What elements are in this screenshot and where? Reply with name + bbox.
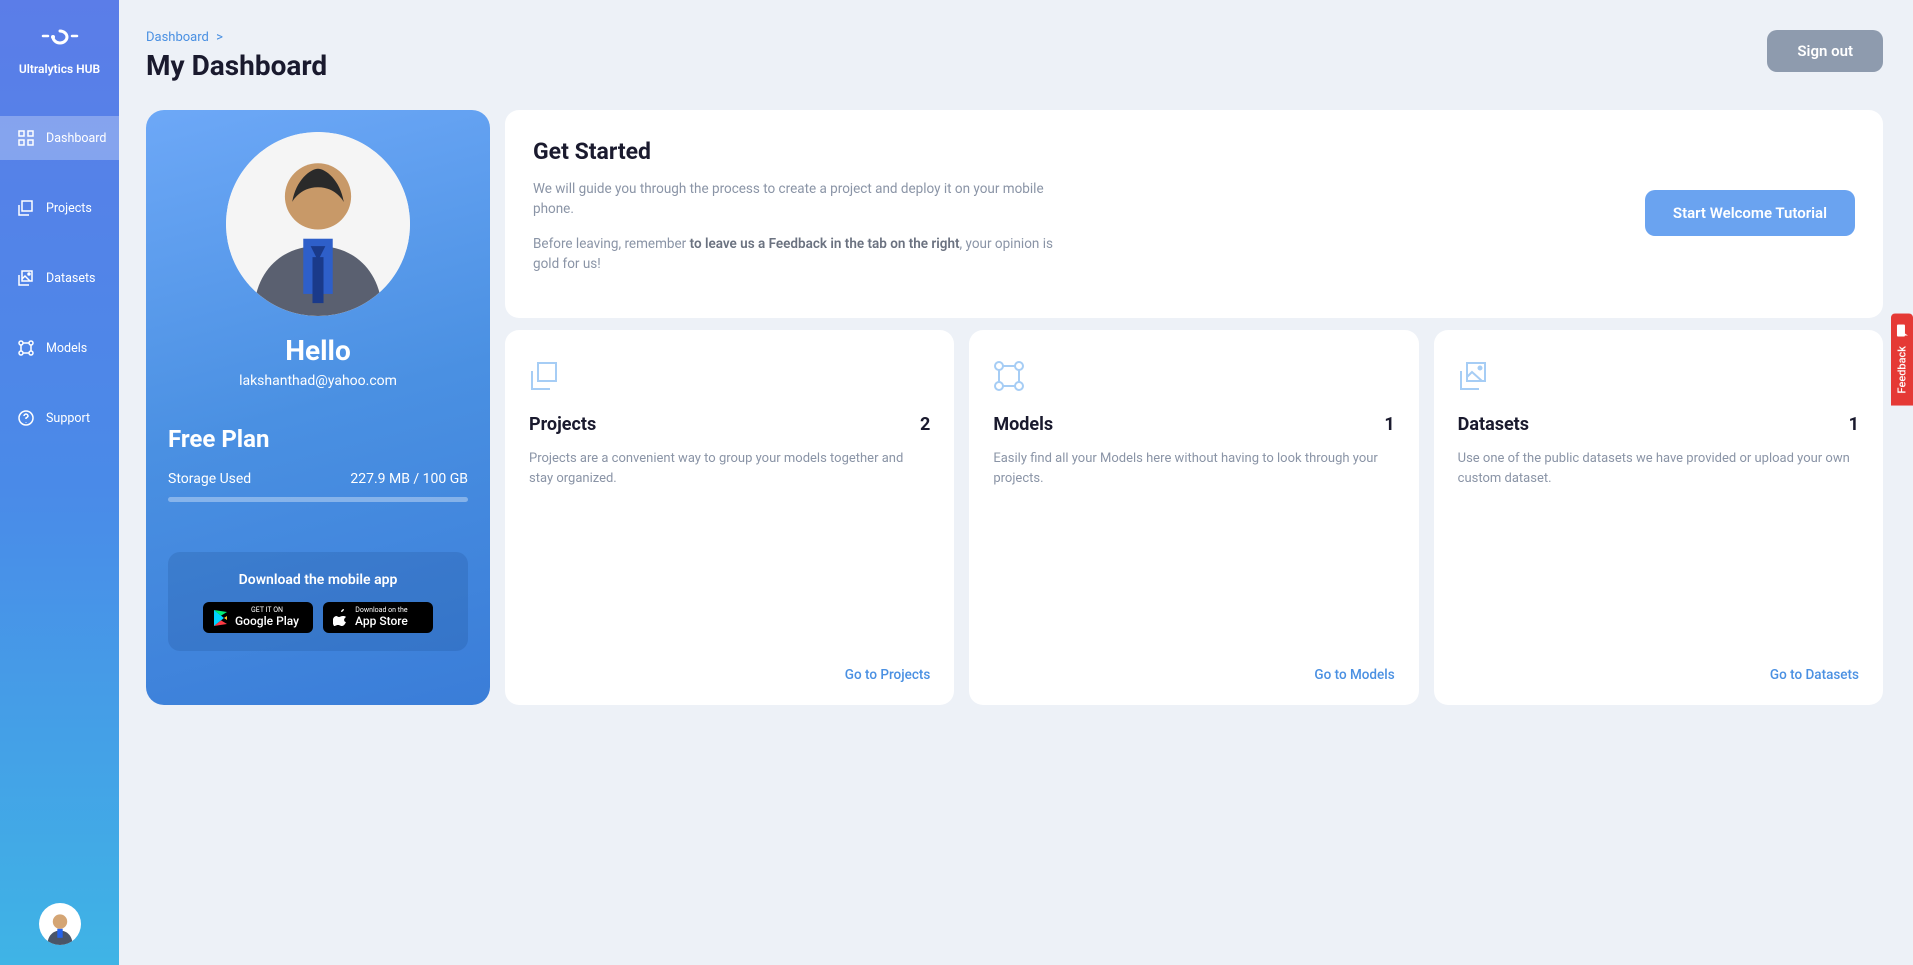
datasets-count: 1 [1849,414,1859,435]
breadcrumb[interactable]: Dashboard > [146,30,327,45]
google-play-icon [213,609,229,627]
page-title: My Dashboard [146,49,327,82]
signout-button[interactable]: Sign out [1767,30,1883,72]
get-started-text2: Before leaving, remember to leave us a F… [533,234,1073,275]
header: Dashboard > My Dashboard Sign out [146,30,1883,82]
feedback-tab[interactable]: Feedback [1891,314,1913,406]
start-tutorial-button[interactable]: Start Welcome Tutorial [1645,190,1855,236]
get-started-text1: We will guide you through the process to… [533,179,1073,220]
nav-datasets[interactable]: Datasets [0,256,119,300]
datasets-card: Datasets 1 Use one of the public dataset… [1434,330,1883,705]
logo-icon [39,28,81,50]
app-name: Ultralytics HUB [8,62,111,76]
datasets-desc: Use one of the public datasets we have p… [1458,449,1859,647]
projects-desc: Projects are a convenient way to group y… [529,449,930,647]
projects-count: 2 [920,414,930,435]
google-play-button[interactable]: GET IT ONGoogle Play [203,602,313,633]
nav-label: Projects [46,201,92,216]
projects-title: Projects [529,414,596,435]
datasets-title: Datasets [1458,414,1529,435]
download-title: Download the mobile app [180,572,456,588]
plan-name: Free Plan [168,425,468,453]
nav: Dashboard Projects Datasets Models Suppo… [0,116,119,903]
models-card: Models 1 Easily find all your Models her… [969,330,1418,705]
feedback-icon [1895,324,1909,338]
models-card-icon [993,360,1394,396]
download-section: Download the mobile app GET IT ONGoogle … [168,552,468,651]
go-to-models-link[interactable]: Go to Models [993,667,1394,683]
nav-support[interactable]: Support [0,396,119,440]
logo[interactable]: Ultralytics HUB [0,0,119,96]
apple-icon [333,609,349,627]
main-content: Dashboard > My Dashboard Sign out Hello … [119,0,1913,965]
projects-icon [18,200,34,216]
nav-label: Dashboard [46,131,106,146]
app-store-button[interactable]: Download on theApp Store [323,602,433,633]
storage-value: 227.9 MB / 100 GB [350,471,468,487]
nav-models[interactable]: Models [0,326,119,370]
nav-label: Datasets [46,271,96,286]
go-to-projects-link[interactable]: Go to Projects [529,667,930,683]
dashboard-icon [18,130,34,146]
models-icon [18,340,34,356]
models-desc: Easily find all your Models here without… [993,449,1394,647]
nav-label: Models [46,341,87,356]
datasets-card-icon [1458,360,1859,396]
datasets-icon [18,270,34,286]
projects-card: Projects 2 Projects are a convenient way… [505,330,954,705]
models-title: Models [993,414,1053,435]
nav-projects[interactable]: Projects [0,186,119,230]
user-avatar [226,132,410,316]
go-to-datasets-link[interactable]: Go to Datasets [1458,667,1859,683]
sidebar: Ultralytics HUB Dashboard Projects Datas… [0,0,119,965]
user-email: lakshanthad@yahoo.com [168,373,468,389]
models-count: 1 [1384,414,1394,435]
nav-dashboard[interactable]: Dashboard [0,116,119,160]
storage-label: Storage Used [168,471,251,487]
profile-card: Hello lakshanthad@yahoo.com Free Plan St… [146,110,490,705]
hello-text: Hello [168,334,468,367]
get-started-card: Get Started We will guide you through th… [505,110,1883,318]
projects-card-icon [529,360,930,396]
nav-label: Support [46,411,90,426]
get-started-title: Get Started [533,138,1073,165]
storage-progress [168,497,468,502]
user-avatar-small[interactable] [39,903,81,945]
support-icon [18,410,34,426]
